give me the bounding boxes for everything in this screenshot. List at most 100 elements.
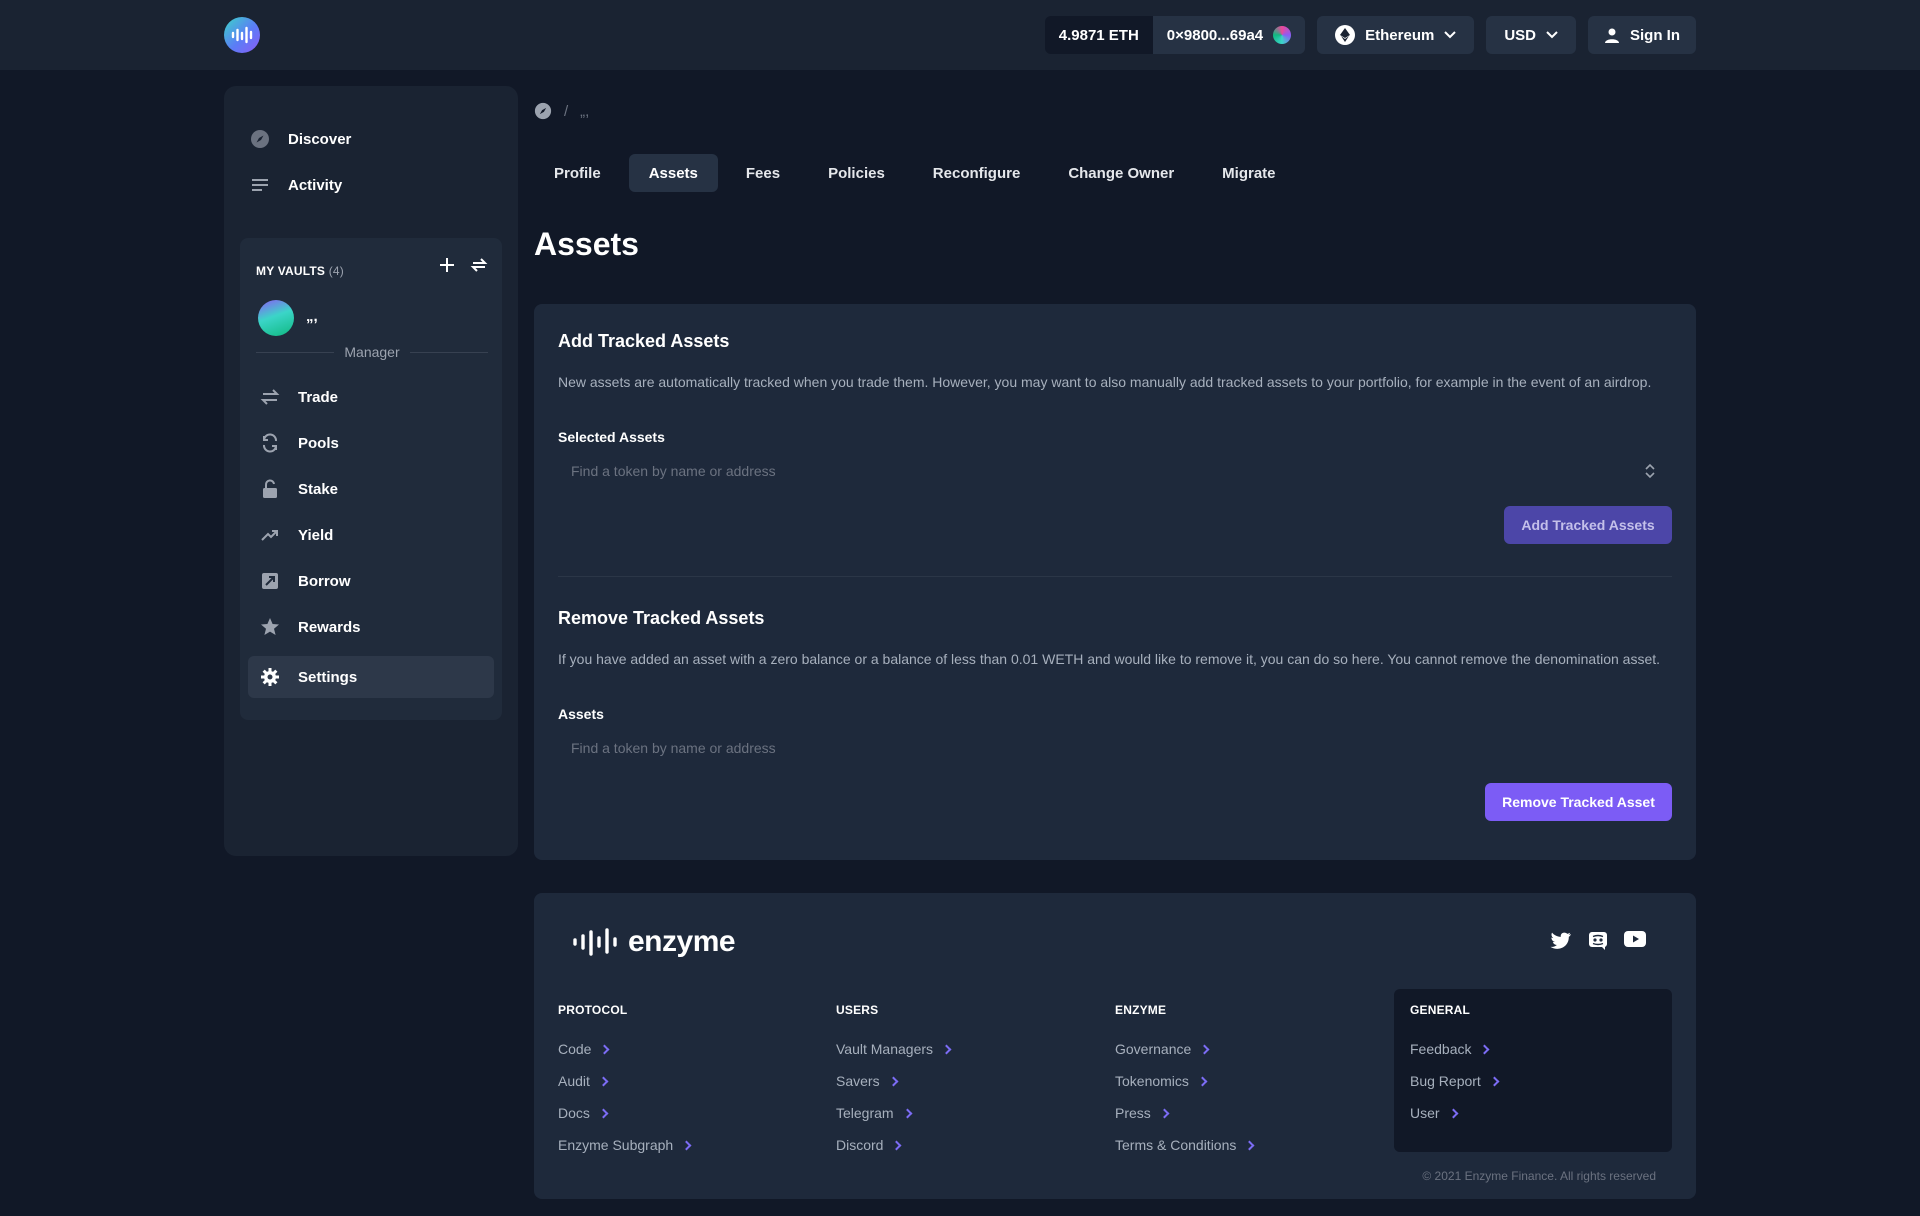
footer-column-enzyme: ENZYME Governance Tokenomics Press Terms… [1115, 1003, 1255, 1161]
youtube-icon[interactable] [1624, 931, 1646, 947]
section-divider [558, 576, 1672, 577]
breadcrumb: / „, [534, 102, 589, 120]
sidebar-item-pools[interactable]: Pools [248, 422, 494, 464]
remove-tracked-asset-button[interactable]: Remove Tracked Asset [1485, 783, 1672, 821]
wallet-address: 0×9800...69a4 [1166, 26, 1264, 44]
tab-assets[interactable]: Assets [628, 154, 718, 192]
footer-link[interactable]: Savers [836, 1065, 950, 1097]
currency-label: USD [1504, 26, 1536, 44]
vault-avatar[interactable] [258, 300, 294, 336]
divider [409, 351, 489, 353]
sidebar-item-activity[interactable]: Activity [250, 171, 342, 199]
footer-link-label: Vault Managers [836, 1041, 934, 1057]
sidebar-item-label: Pools [298, 434, 339, 452]
footer-column-heading: GENERAL [1410, 1003, 1471, 1017]
footer-link[interactable]: Terms & Conditions [1115, 1129, 1255, 1161]
footer-column-heading: PROTOCOL [558, 1003, 628, 1017]
remove-asset-search-input[interactable]: Find a token by name or address [558, 728, 1672, 768]
list-icon [252, 179, 268, 191]
wallet-address-button[interactable]: 0×9800...69a4 [1152, 16, 1306, 54]
footer-link[interactable]: Vault Managers [836, 1033, 952, 1065]
chevron-right-icon [598, 1108, 609, 1118]
add-asset-search-input[interactable]: Find a token by name or address [558, 451, 1672, 491]
footer-column-general: GENERAL Feedback Bug Report User [1410, 1003, 1500, 1129]
assets-label: Assets [558, 706, 604, 722]
eth-balance: 4.9871 ETH [1044, 16, 1153, 54]
discord-icon[interactable] [1588, 931, 1608, 951]
plus-icon[interactable] [438, 256, 456, 274]
footer-link-label: Feedback [1410, 1041, 1472, 1057]
footer-link-label: Telegram [836, 1105, 894, 1121]
copyright-text: © 2021 Enzyme Finance. All rights reserv… [1422, 1169, 1656, 1183]
footer-link[interactable]: Enzyme Subgraph [558, 1129, 692, 1161]
footer-link[interactable]: Feedback [1410, 1033, 1498, 1065]
twitter-icon[interactable] [1550, 931, 1572, 951]
add-tracked-assets-button[interactable]: Add Tracked Assets [1504, 506, 1672, 544]
sidebar-item-settings[interactable]: Settings [248, 656, 494, 698]
footer-column-heading: ENZYME [1115, 1003, 1167, 1017]
tab-reconfigure[interactable]: Reconfigure [913, 154, 1041, 192]
my-vaults-label: MY VAULTS [256, 264, 326, 278]
sidebar-item-stake[interactable]: Stake [248, 468, 494, 510]
sign-in-button[interactable]: Sign In [1588, 16, 1696, 54]
footer-link[interactable]: Discord [836, 1129, 950, 1161]
footer-link[interactable]: User [1410, 1097, 1498, 1129]
manager-label: Manager [344, 344, 400, 360]
tab-migrate[interactable]: Migrate [1202, 154, 1295, 192]
sidebar-item-borrow[interactable]: Borrow [248, 560, 494, 602]
compass-icon[interactable] [534, 102, 552, 120]
sidebar-item-label: Borrow [298, 572, 351, 590]
footer-link-label: Governance [1115, 1041, 1192, 1057]
tab-policies[interactable]: Policies [808, 154, 905, 192]
breadcrumb-separator: / [564, 102, 569, 120]
enzyme-logo-icon[interactable] [224, 17, 260, 53]
chevron-right-icon [888, 1076, 899, 1086]
footer: enzyme PROTOCOL Code Audit Docs Enzyme S… [534, 893, 1696, 1199]
chevron-down-icon [1444, 31, 1457, 39]
tab-fees[interactable]: Fees [726, 154, 800, 192]
gear-icon [261, 668, 279, 686]
sidebar-item-label: Trade [298, 388, 339, 406]
chevron-down-icon [1546, 31, 1558, 39]
sidebar-item-label: Settings [298, 668, 358, 686]
swap-icon [260, 389, 280, 405]
sidebar-item-label: Activity [288, 176, 343, 194]
network-selector[interactable]: Ethereum [1317, 16, 1475, 54]
sidebar-item-label: Discover [288, 130, 352, 148]
sidebar-item-trade[interactable]: Trade [248, 376, 494, 418]
footer-link[interactable]: Code [558, 1033, 690, 1065]
chevron-right-icon [1480, 1044, 1490, 1054]
sidebar-item-discover[interactable]: Discover [250, 125, 351, 153]
add-tracked-assets-title: Add Tracked Assets [558, 331, 730, 351]
footer-link[interactable]: Docs [558, 1097, 690, 1129]
footer-logo[interactable]: enzyme [572, 925, 736, 959]
vault-name[interactable]: „, [306, 308, 318, 325]
sidebar-item-label: Stake [298, 480, 339, 498]
footer-link[interactable]: Bug Report [1410, 1065, 1500, 1097]
lock-icon [263, 479, 277, 498]
tab-profile[interactable]: Profile [534, 154, 621, 192]
footer-link-label: Terms & Conditions [1115, 1137, 1237, 1153]
switch-icon[interactable] [470, 256, 488, 274]
chevron-right-icon [892, 1140, 902, 1150]
footer-link-label: Bug Report [1410, 1073, 1481, 1089]
footer-link[interactable]: Press [1115, 1097, 1253, 1129]
sidebar-item-rewards[interactable]: Rewards [248, 606, 494, 648]
pools-icon [263, 433, 277, 453]
my-vaults-count: (4) [328, 264, 344, 278]
currency-selector[interactable]: USD [1486, 16, 1576, 54]
footer-brand: enzyme [628, 925, 736, 958]
assets-card: Add Tracked Assets New assets are automa… [534, 304, 1696, 860]
select-arrows-icon[interactable] [1644, 461, 1656, 481]
footer-link-label: Press [1115, 1105, 1151, 1121]
sidebar-item-yield[interactable]: Yield [248, 514, 494, 556]
network-label: Ethereum [1365, 26, 1435, 44]
sidebar: Discover Activity MY VAULTS (4) „, Manag… [224, 86, 518, 856]
footer-link[interactable]: Telegram [836, 1097, 950, 1129]
footer-link[interactable]: Governance [1115, 1033, 1253, 1065]
tab-change-owner[interactable]: Change Owner [1048, 154, 1194, 192]
footer-link[interactable]: Audit [558, 1065, 690, 1097]
breadcrumb-current[interactable]: „, [580, 103, 589, 120]
footer-link[interactable]: Tokenomics [1115, 1065, 1253, 1097]
footer-link-label: Discord [836, 1137, 884, 1153]
